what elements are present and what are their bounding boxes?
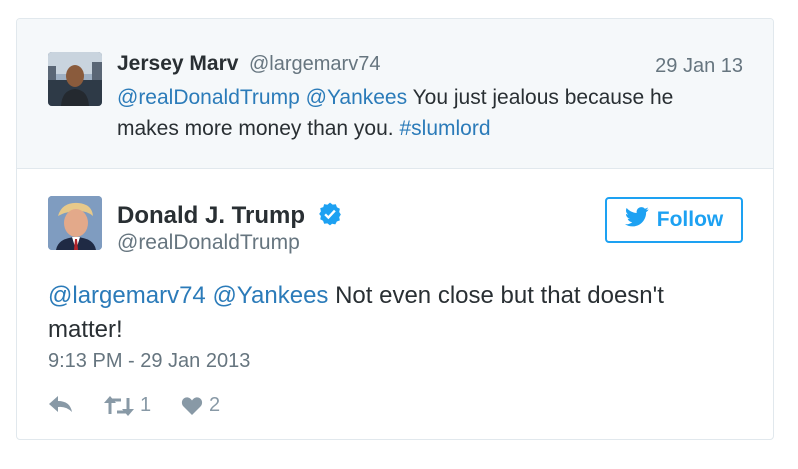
mention-link[interactable]: @Yankees <box>212 282 328 309</box>
like-count: 2 <box>209 394 221 416</box>
parent-mention-link[interactable]: @realDonaldTrump <box>117 86 300 109</box>
author-handle[interactable]: @realDonaldTrump <box>117 231 300 255</box>
reply-action[interactable] <box>48 394 74 414</box>
parent-author-handle[interactable]: @largemarv74 <box>249 53 380 76</box>
mention-link[interactable]: @largemarv74 <box>48 282 206 309</box>
author-avatar[interactable] <box>48 196 102 250</box>
tweet-embed-card: Jersey Marv @largemarv74 29 Jan 13 @real… <box>16 18 774 440</box>
follow-button[interactable]: Follow <box>605 197 743 243</box>
parent-mention-link[interactable]: @Yankees <box>306 86 407 109</box>
author-name[interactable]: Donald J. Trump <box>117 202 305 230</box>
parent-avatar[interactable] <box>48 52 102 106</box>
twitter-bird-icon <box>624 206 649 234</box>
verified-badge-icon <box>317 201 343 227</box>
tweet-text: @largemarv74 @Yankees Not even close but… <box>48 279 738 347</box>
follow-label: Follow <box>656 208 724 231</box>
heart-icon <box>181 396 203 416</box>
retweet-icon <box>104 395 134 417</box>
parent-author-name[interactable]: Jersey Marv <box>117 52 238 76</box>
tweet-timestamp[interactable]: 9:13 PM - 29 Jan 2013 <box>48 350 250 373</box>
parent-tweet[interactable]: Jersey Marv @largemarv74 29 Jan 13 @real… <box>17 19 773 169</box>
parent-date[interactable]: 29 Jan 13 <box>655 55 743 78</box>
reply-icon <box>48 394 74 414</box>
parent-tweet-text: @realDonaldTrump @Yankees You just jealo… <box>117 82 717 144</box>
like-action[interactable]: 2 <box>181 394 220 417</box>
retweet-action[interactable]: 1 <box>104 394 151 417</box>
retweet-count: 1 <box>140 394 152 416</box>
hashtag-link[interactable]: #slumlord <box>399 117 490 140</box>
